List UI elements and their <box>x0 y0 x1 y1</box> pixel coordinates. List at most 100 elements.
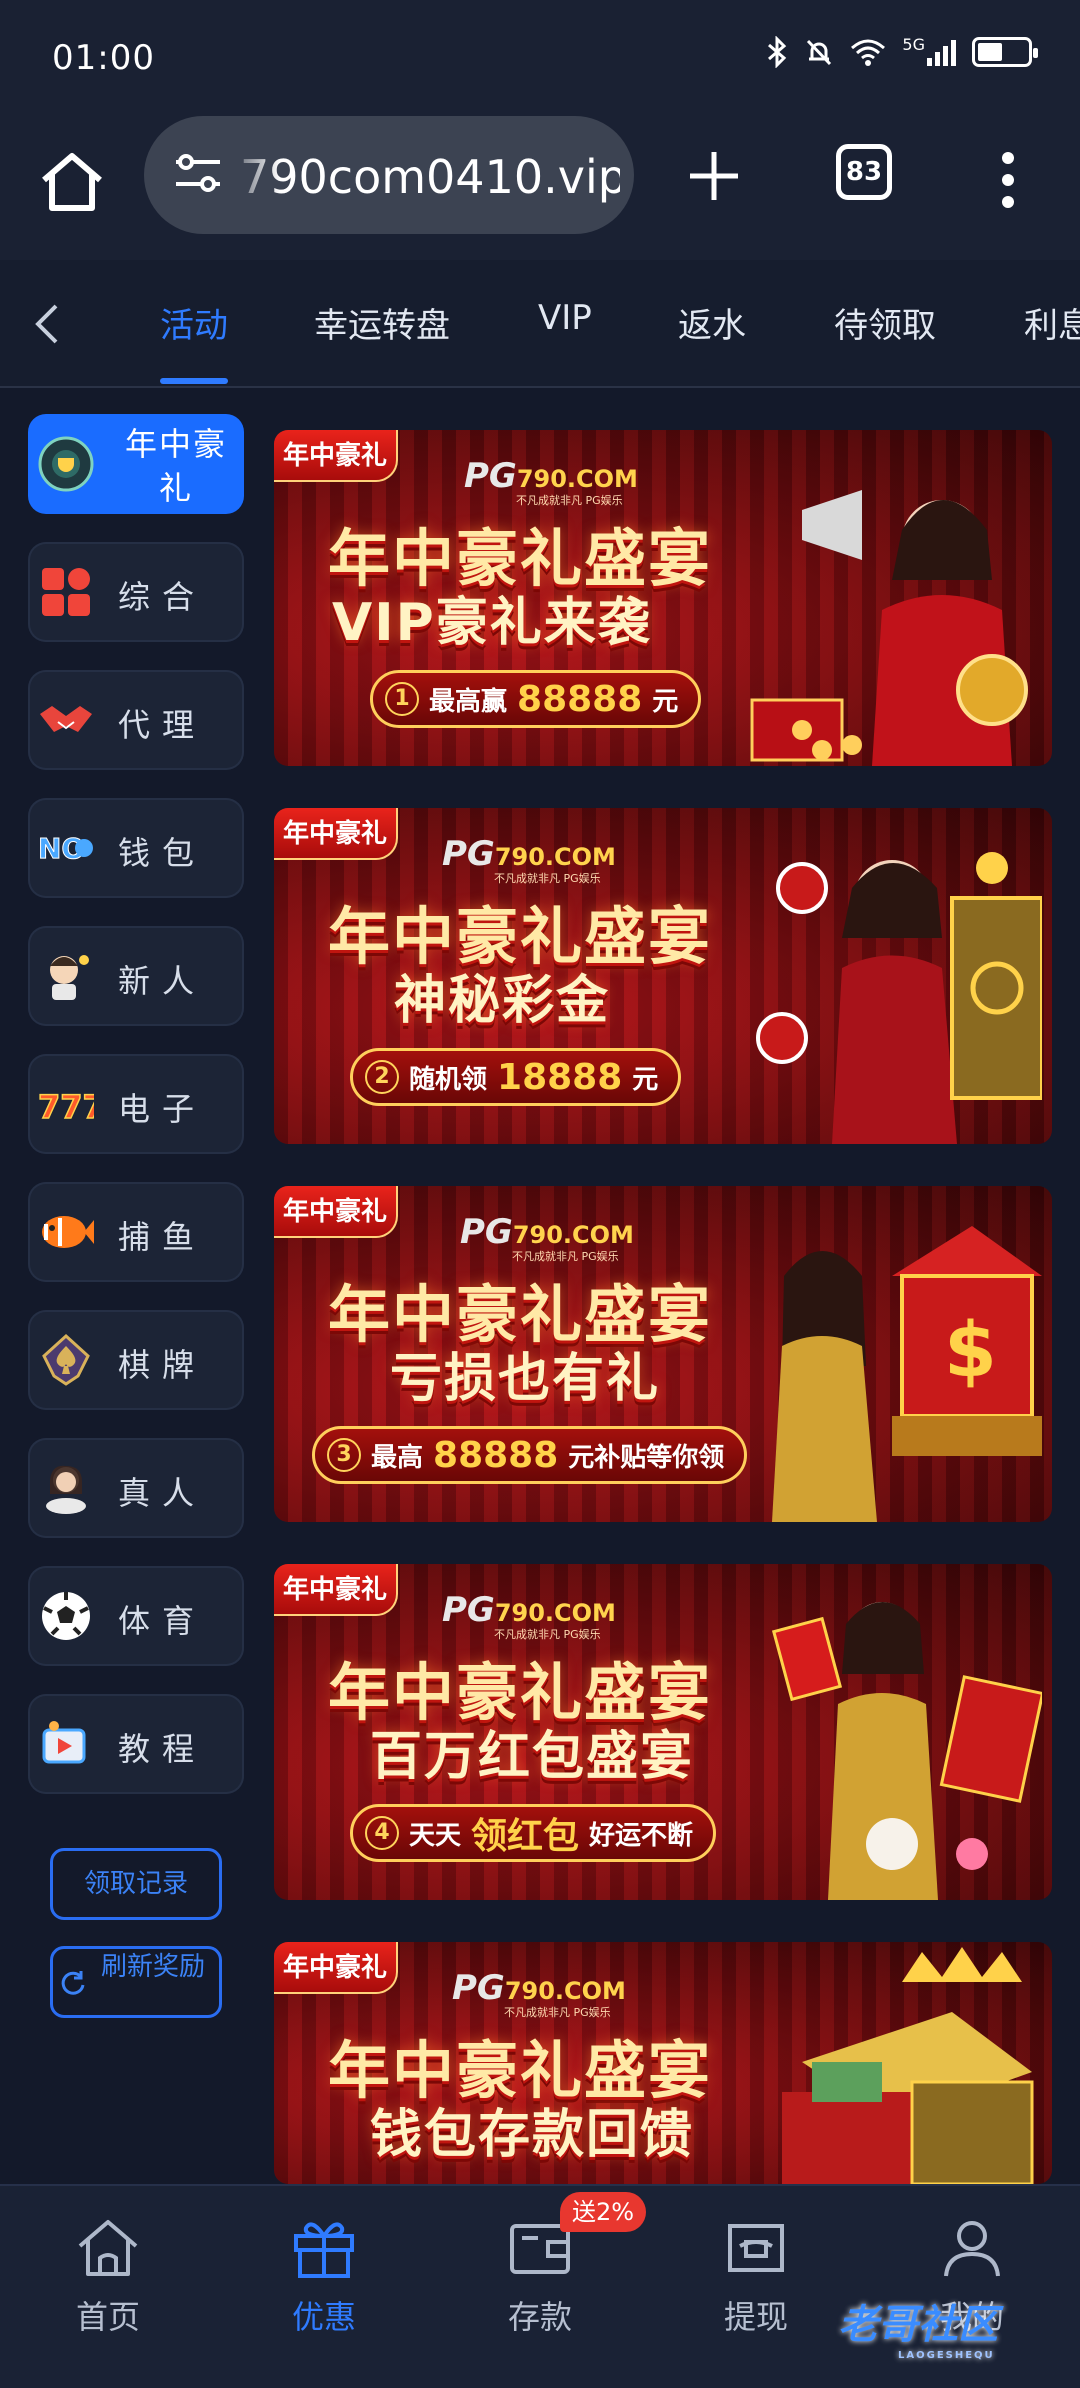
gift-icon <box>294 2222 354 2278</box>
network-type: 5G <box>902 34 925 54</box>
sidebar-item-label: 钱包 <box>118 834 207 872</box>
banner-tag: 年中豪礼 <box>274 1942 398 1994</box>
profile-icon <box>944 2221 1000 2277</box>
refresh-icon <box>61 1971 85 1995</box>
video-tutorial-icon <box>42 1721 86 1764</box>
banner-offer-pill: 1 最高赢 88888 元 <box>370 670 702 728</box>
signal-icon <box>927 38 956 66</box>
sidebar-item-label: 新人 <box>118 962 207 1000</box>
mute-bell-icon <box>807 39 832 66</box>
sidebar-item-agent[interactable]: 代理 <box>28 670 244 770</box>
sidebar-item-label: 综合 <box>118 578 207 616</box>
sidebar-item-label: 真人 <box>118 1474 207 1512</box>
tab-switcher-button[interactable]: 83 <box>836 144 892 200</box>
sidebar-item-wallet[interactable]: NO 钱包 <box>28 798 244 898</box>
nav-promotions[interactable]: 优惠 <box>254 2212 394 2338</box>
status-time: 01:00 <box>52 38 155 78</box>
hostess-vault-image <box>756 852 1042 1144</box>
category-tabs: 活动 幸运转盘 VIP 返水 待领取 利息 <box>0 260 1080 388</box>
newbie-icon <box>50 955 89 1000</box>
banner-tag: 年中豪礼 <box>274 1564 398 1616</box>
trophy-icon <box>38 436 94 492</box>
svg-text:$: $ <box>944 1305 997 1394</box>
banner-offer-pill: 4 天天 领红包 好运不断 <box>350 1804 717 1862</box>
deposit-bonus-badge: 送2% <box>560 2192 647 2232</box>
sidebar-item-newbie[interactable]: 新人 <box>28 926 244 1026</box>
site-settings-icon[interactable] <box>172 152 224 196</box>
sidebar-item-label: 教程 <box>118 1730 207 1768</box>
sidebar-item-card-games[interactable]: 棋牌 <box>28 1310 244 1410</box>
home-icon <box>78 2220 138 2276</box>
tab-pending[interactable]: 待领取 <box>834 298 936 347</box>
sidebar-item-general[interactable]: 综合 <box>28 542 244 642</box>
browser-toolbar: 790com0410.vip 83 <box>0 110 1080 260</box>
status-icons: 5G <box>766 34 1038 68</box>
banner-tag: 年中豪礼 <box>274 1186 398 1238</box>
brand-logo: PG790.COM 不凡成就非凡 PG娱乐 <box>460 1212 634 1263</box>
sidebar-item-label: 棋牌 <box>118 1346 207 1384</box>
active-tab-indicator <box>160 378 228 384</box>
hostess-bank-image: $ <box>772 1226 1042 1522</box>
address-bar[interactable]: 790com0410.vip <box>144 116 634 234</box>
tab-vip[interactable]: VIP <box>538 298 592 338</box>
hostess-red-envelope-image <box>771 1602 1042 1900</box>
banner-offer-pill: 3 最高 88888 元补贴等你领 <box>312 1426 748 1484</box>
tab-interest[interactable]: 利息 <box>1024 298 1080 347</box>
battery-icon <box>972 37 1038 67</box>
svg-text:777: 777 <box>38 1088 94 1126</box>
slot-777-icon: 777 <box>38 1087 94 1127</box>
sidebar-item-tutorial[interactable]: 教程 <box>28 1694 244 1794</box>
sidebar-item-fishing[interactable]: 捕鱼 <box>28 1182 244 1282</box>
hostess-megaphone-image <box>750 490 1028 766</box>
sidebar-item-midyear-gift[interactable]: 年中豪礼 <box>28 414 244 514</box>
promo-banner-1[interactable]: 年中豪礼 PG790.COM 不凡成就非凡 PG娱乐 年中豪礼盛宴 VIP豪礼来袭… <box>274 430 1052 766</box>
banner-subtitle: 百万红包盛宴 <box>370 1727 695 1787</box>
brand-logo: PG790.COM 不凡成就非凡 PG娱乐 <box>464 456 638 507</box>
treasure-chest-image <box>782 1947 1034 2184</box>
banner-subtitle: 钱包存款回馈 <box>370 2105 695 2165</box>
handshake-icon <box>40 706 92 732</box>
tab-lucky-wheel[interactable]: 幸运转盘 <box>314 298 450 347</box>
sidebar-item-live-casino[interactable]: 真人 <box>28 1438 244 1538</box>
nav-home[interactable]: 首页 <box>38 2212 178 2338</box>
tab-activities[interactable]: 活动 <box>160 298 228 347</box>
refresh-reward-button[interactable]: 刷新奖励 <box>50 1946 222 2018</box>
browser-home-icon[interactable] <box>38 148 106 216</box>
sidebar-item-label: 年中豪礼 <box>124 425 227 507</box>
promo-banner-3[interactable]: 年中豪礼 PG790.COM 不凡成就非凡 PG娱乐 年中豪礼盛宴 亏损也有礼 3… <box>274 1186 1052 1522</box>
brand-logo: PG790.COM 不凡成就非凡 PG娱乐 <box>442 834 616 885</box>
banner-offer-pill: 2 随机领 18888 元 <box>350 1048 682 1106</box>
sidebar-item-slots[interactable]: 777 电子 <box>28 1054 244 1154</box>
promo-banner-5[interactable]: 年中豪礼 PG790.COM 不凡成就非凡 PG娱乐 年中豪礼盛宴 钱包存款回馈 <box>274 1942 1052 2184</box>
banner-subtitle: 亏损也有礼 <box>390 1349 661 1409</box>
banner-subtitle: VIP豪礼来袭 <box>332 593 652 653</box>
bluetooth-icon <box>768 36 787 68</box>
soccer-ball-icon <box>42 1592 90 1640</box>
brand-logo: PG790.COM 不凡成就非凡 PG娱乐 <box>442 1590 616 1641</box>
banner-tag: 年中豪礼 <box>274 808 398 860</box>
brand-logo: PG790.COM 不凡成就非凡 PG娱乐 <box>452 1968 626 2019</box>
url-text[interactable]: 790com0410.vip <box>240 150 620 204</box>
wallet-brand-icon: NO <box>38 832 93 866</box>
banner-subtitle: 神秘彩金 <box>394 971 611 1031</box>
sidebar-item-label: 捕鱼 <box>118 1218 207 1256</box>
fish-icon <box>42 1216 94 1248</box>
sidebar-item-sports[interactable]: 体育 <box>28 1566 244 1666</box>
nav-withdraw[interactable]: 提现 <box>686 2212 826 2338</box>
promo-banner-4[interactable]: 年中豪礼 PG790.COM 不凡成就非凡 PG娱乐 年中豪礼盛宴 百万红包盛宴 … <box>274 1564 1052 1900</box>
new-tab-icon[interactable] <box>686 148 742 204</box>
refresh-reward-label: 刷新奖励 <box>100 1952 205 1982</box>
sidebar-item-label: 电子 <box>118 1090 207 1128</box>
spade-icon <box>42 1333 90 1386</box>
chevron-left-icon[interactable] <box>28 300 68 348</box>
grid-icon <box>42 568 90 616</box>
sidebar-item-label: 代理 <box>118 706 207 744</box>
tab-rebate[interactable]: 返水 <box>678 298 746 347</box>
more-menu-icon[interactable] <box>998 150 1018 210</box>
live-dealer-icon <box>46 1465 86 1514</box>
sidebar-item-label: 体育 <box>118 1602 207 1640</box>
withdraw-icon <box>728 2224 784 2272</box>
promo-banner-2[interactable]: 年中豪礼 PG790.COM 不凡成就非凡 PG娱乐 年中豪礼盛宴 神秘彩金 2随… <box>274 808 1052 1144</box>
claim-record-button[interactable]: 领取记录 <box>50 1848 222 1920</box>
banner-tag: 年中豪礼 <box>274 430 398 482</box>
